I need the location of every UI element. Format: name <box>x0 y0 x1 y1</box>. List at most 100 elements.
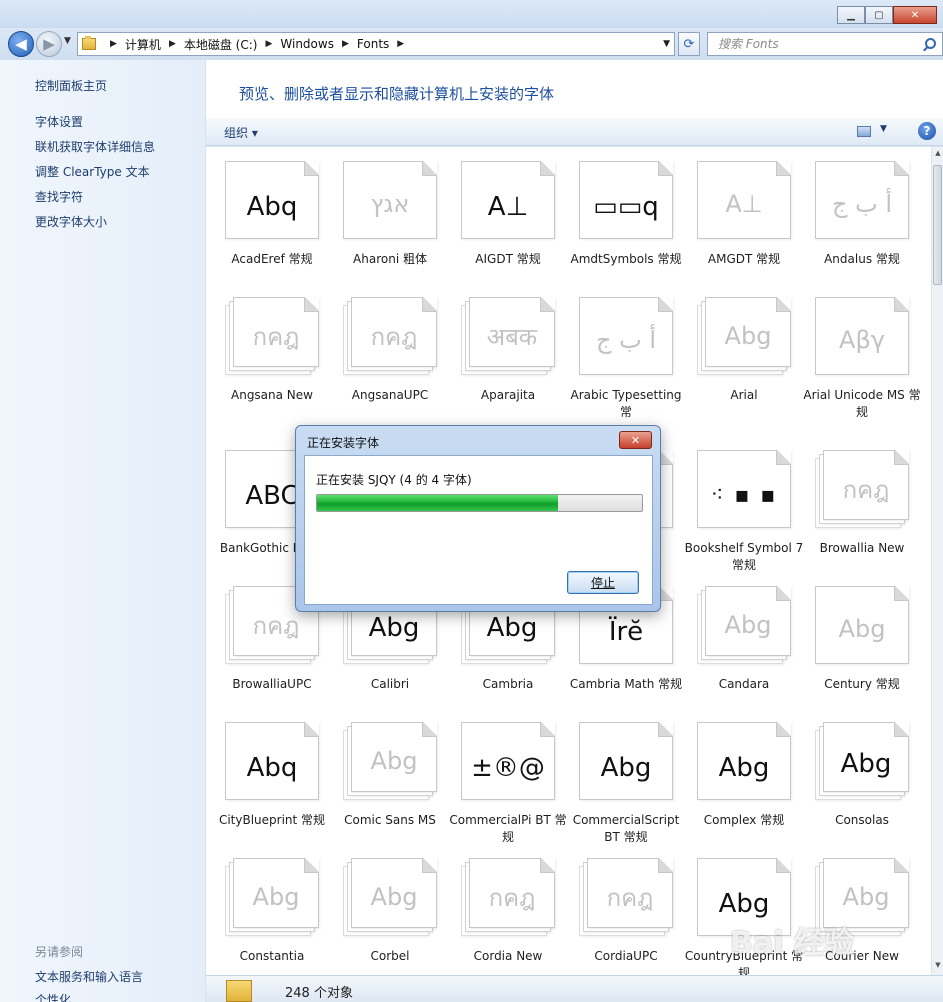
sidebar-control-panel-home[interactable]: 控制面板主页 <box>35 77 107 94</box>
title-bar: ▁ ▢ ✕ <box>0 0 943 30</box>
font-page: ±®@ <box>461 722 555 800</box>
page-title: 预览、删除或者显示和隐藏计算机上安装的字体 <box>239 85 555 103</box>
breadcrumb-fonts[interactable]: Fonts <box>357 37 389 51</box>
font-file-icon: ⁖ ▪ ▪ <box>697 450 791 528</box>
font-file-icon: Abg <box>343 858 437 936</box>
back-button[interactable]: ◀ <box>8 31 34 57</box>
font-page: Abq <box>225 161 319 239</box>
chevron-right-icon[interactable]: ▶ <box>265 39 272 49</box>
minimize-button[interactable]: ▁ <box>837 6 865 24</box>
font-name: AcadEref 常规 <box>231 252 313 266</box>
dialog-close-button[interactable]: ✕ <box>619 431 652 449</box>
font-item[interactable]: ⁖ ▪ ▪ Bookshelf Symbol 7 常规 <box>678 436 803 572</box>
vertical-scrollbar[interactable]: ▲ ▼ <box>931 147 943 975</box>
toolbar: 组织 ▾ ▼ ? <box>206 118 943 146</box>
address-dropdown[interactable]: ▼ <box>663 39 670 49</box>
font-item[interactable]: กคฎ CordiaUPC <box>560 844 678 975</box>
view-dropdown[interactable]: ▼ <box>880 124 887 134</box>
font-item[interactable]: ±®@ CommercialPi BT 常规 <box>442 708 567 844</box>
font-name: Constantia <box>239 949 305 963</box>
font-page: אגץ <box>343 161 437 239</box>
font-file-icon: กคฎ <box>815 450 909 528</box>
breadcrumb-computer[interactable]: 计算机 <box>125 36 161 53</box>
font-sample: กคฎ <box>252 322 300 351</box>
forward-button[interactable]: ▶ <box>36 31 62 57</box>
search-icon[interactable] <box>925 38 936 49</box>
font-file-icon: Abg <box>343 722 437 800</box>
scroll-thumb[interactable] <box>933 165 942 285</box>
font-item[interactable]: Abq AcadEref 常规 <box>206 147 324 283</box>
view-icon[interactable] <box>857 126 871 137</box>
font-sample: أ ب ج <box>831 190 892 218</box>
sidebar-personalization[interactable]: 个性化 <box>35 991 71 1002</box>
sidebar-font-info-online[interactable]: 联机获取字体详细信息 <box>35 138 155 155</box>
font-file-icon: Abg <box>697 722 791 800</box>
font-sample: ±®@ <box>471 753 545 783</box>
font-item[interactable]: Αβγ Arial Unicode MS 常规 <box>796 283 921 419</box>
font-item[interactable]: Abg Arial <box>678 283 796 419</box>
font-item[interactable]: Abq CityBlueprint 常规 <box>206 708 325 844</box>
font-page: Abg <box>351 722 437 792</box>
font-item[interactable]: Abg Century 常规 <box>796 572 914 708</box>
font-name: Aharoni 粗体 <box>353 252 427 266</box>
font-name: Bookshelf Symbol 7 常规 <box>684 541 804 572</box>
font-item[interactable]: กคฎ AngsanaUPC <box>324 283 442 419</box>
close-button[interactable]: ✕ <box>893 6 937 24</box>
address-bar[interactable]: ▶ 计算机 ▶ 本地磁盘 (C:) ▶ Windows ▶ Fonts ▶ ▼ <box>77 32 675 56</box>
font-item[interactable]: A⊥ AIGDT 常规 <box>442 147 560 283</box>
font-file-icon: A⊥ <box>461 161 555 239</box>
font-name: Browallia New <box>819 541 905 555</box>
font-item[interactable]: Abg Complex 常规 <box>678 708 796 844</box>
refresh-button[interactable]: ⟳ <box>678 32 700 56</box>
font-sample: أ ب ج <box>595 326 656 354</box>
maximize-button[interactable]: ▢ <box>865 6 893 24</box>
font-name: Cambria <box>482 677 534 691</box>
chevron-right-icon[interactable]: ▶ <box>110 39 117 49</box>
font-item[interactable]: กคฎ Angsana New <box>206 283 324 419</box>
breadcrumb-windows[interactable]: Windows <box>280 37 334 51</box>
font-item[interactable]: Abg Comic Sans MS <box>324 708 442 844</box>
help-icon[interactable]: ? <box>918 122 936 140</box>
font-name: AMGDT 常规 <box>707 252 781 266</box>
stop-button[interactable]: 停止 <box>567 571 639 594</box>
font-page: กคฎ <box>587 858 673 928</box>
scroll-down-icon[interactable]: ▼ <box>933 961 943 973</box>
font-sample: אגץ <box>370 190 410 218</box>
font-item[interactable]: Abg Candara <box>678 572 796 708</box>
font-item[interactable]: אגץ Aharoni 粗体 <box>324 147 442 283</box>
sidebar-find-character[interactable]: 查找字符 <box>35 188 83 205</box>
font-name: Arabic Typesetting 常 <box>570 388 682 419</box>
organize-menu[interactable]: 组织 ▾ <box>224 124 258 141</box>
font-item[interactable]: Abg Consolas <box>796 708 914 844</box>
chevron-right-icon[interactable]: ▶ <box>397 39 404 49</box>
install-message: 正在安装 SJQY (4 的 4 字体) <box>316 473 472 487</box>
sidebar-text-services[interactable]: 文本服务和输入语言 <box>35 968 143 985</box>
font-file-icon: กคฎ <box>343 297 437 375</box>
font-item[interactable]: Abg Corbel <box>324 844 442 975</box>
font-name: Arial Unicode MS 常规 <box>803 388 921 419</box>
font-name: Andalus 常规 <box>824 252 900 266</box>
search-input[interactable]: 搜索 Fonts <box>707 32 943 56</box>
chevron-right-icon[interactable]: ▶ <box>342 39 349 49</box>
sidebar-change-font-size[interactable]: 更改字体大小 <box>35 213 107 230</box>
window-controls: ▁ ▢ ✕ <box>837 6 937 24</box>
font-item[interactable]: กคฎ Browallia New <box>796 436 914 572</box>
font-name: Comic Sans MS <box>344 813 436 827</box>
font-item[interactable]: Abg CommercialScript BT 常规 <box>560 708 679 844</box>
font-sample: Abq <box>246 753 298 783</box>
font-file-icon: Abg <box>579 722 673 800</box>
chevron-right-icon[interactable]: ▶ <box>169 39 176 49</box>
sidebar-cleartype[interactable]: 调整 ClearType 文本 <box>35 163 150 180</box>
scroll-up-icon[interactable]: ▲ <box>933 149 943 161</box>
font-item[interactable]: กคฎ Cordia New <box>442 844 560 975</box>
sidebar-font-settings[interactable]: 字体设置 <box>35 113 83 130</box>
font-item[interactable]: ▭▭q AmdtSymbols 常规 <box>560 147 682 283</box>
recent-pages-dropdown[interactable]: ▼ <box>64 36 71 46</box>
font-item[interactable]: أ ب ج Andalus 常规 <box>796 147 914 283</box>
font-item[interactable]: أ ب ج Arabic Typesetting 常 <box>560 283 682 419</box>
font-item[interactable]: Abg Constantia <box>206 844 324 975</box>
font-item[interactable]: अबक Aparajita <box>442 283 560 419</box>
breadcrumb-drive-c[interactable]: 本地磁盘 (C:) <box>184 36 258 53</box>
font-page: Abg <box>815 586 909 664</box>
font-item[interactable]: A⊥ AMGDT 常规 <box>678 147 796 283</box>
